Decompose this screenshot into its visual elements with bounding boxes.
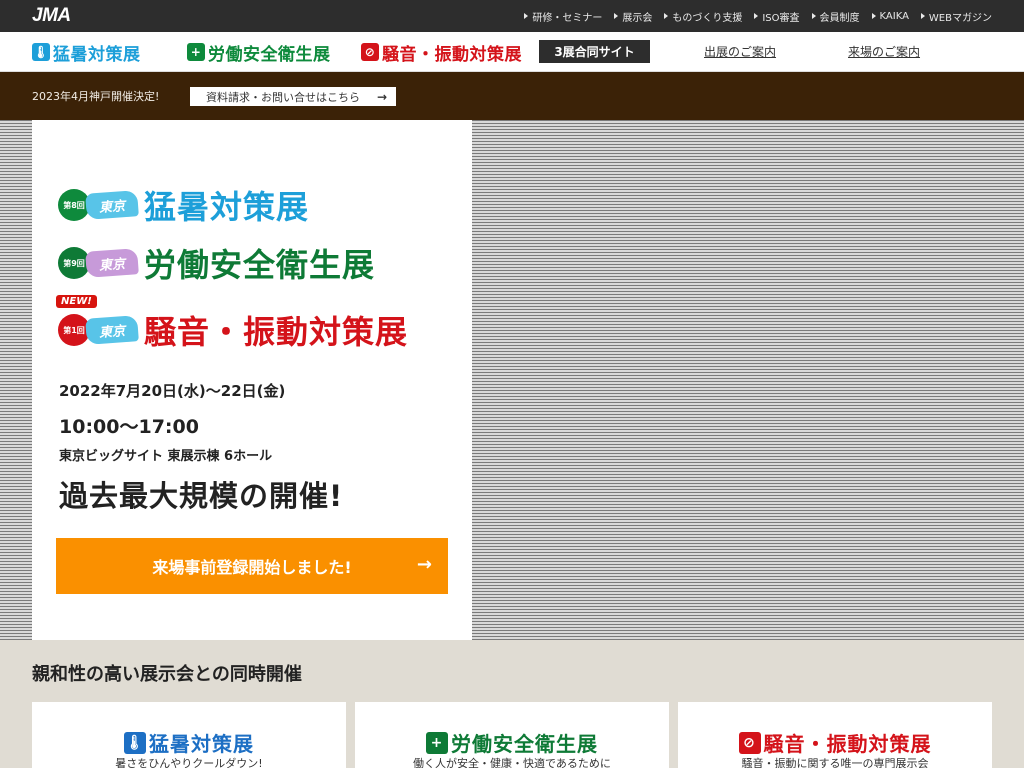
event-time: 10:00〜17:00	[59, 416, 199, 438]
announcement-text: 2023年4月神戸開催決定!	[32, 90, 160, 103]
nav-item-kaika[interactable]: KAIKA	[871, 11, 909, 22]
pre-registration-button[interactable]: 来場事前登録開始しました! →	[56, 538, 448, 594]
tokyo-badge: 東京	[85, 190, 139, 220]
card-title: ⊘ 騒音・振動対策展	[678, 728, 992, 757]
hero-card: 第8回 東京 猛暑対策展 第9回 東京 労働安全衛生展 NEW! 第1回 東京 …	[32, 120, 472, 640]
visitor-info-link[interactable]: 来場のご案内	[848, 43, 920, 60]
nav-item-membership[interactable]: 会員制度	[811, 9, 860, 24]
tokyo-badge: 東京	[85, 315, 139, 345]
no-noise-icon: ⊘	[738, 731, 761, 754]
card-description: 働く人が安全・健康・快適であるために	[413, 757, 611, 768]
event-name: 労働安全衛生展	[144, 246, 376, 284]
colocated-card-heat[interactable]: 🌡 猛暑対策展 暑さをひんやりクールダウン!	[32, 702, 346, 768]
top-bar: JMA 研修・セミナー 展示会 ものづくり支援 ISO審査 会員制度 KAIKA…	[0, 0, 1024, 32]
heat-show-logo[interactable]: 🌡 猛暑対策展	[32, 40, 141, 65]
triangle-icon	[524, 13, 529, 19]
pre-registration-label: 来場事前登録開始しました!	[152, 558, 352, 577]
jma-logo[interactable]: JMA	[32, 4, 71, 28]
triangle-icon	[920, 13, 925, 19]
card-title: 🌡 猛暑対策展	[124, 731, 254, 756]
hero-section: 第8回 東京 猛暑対策展 第9回 東京 労働安全衛生展 NEW! 第1回 東京 …	[0, 120, 1024, 640]
triangle-icon	[811, 13, 816, 19]
triangle-icon	[664, 13, 669, 19]
event-scale-headline: 過去最大規模の開催!	[59, 479, 344, 513]
thermometer-icon: 🌡	[124, 731, 146, 754]
colocated-card-safety[interactable]: + 労働安全衛生展 働く人が安全・健康・快適であるために	[355, 702, 669, 768]
nav-item-manufacturing[interactable]: ものづくり支援	[664, 9, 742, 24]
nav-item-web-magazine[interactable]: WEBマガジン	[920, 9, 992, 24]
colocated-card-noise[interactable]: ⊘ 騒音・振動対策展 騒音・振動に関する唯一の専門展示会	[678, 702, 992, 768]
thermometer-icon: 🌡	[32, 43, 50, 61]
arrow-right-icon: →	[416, 554, 432, 575]
card-title: + 労働安全衛生展	[355, 728, 669, 757]
card-description: 暑さをひんやりクールダウン!	[115, 757, 263, 768]
safety-show-logo[interactable]: + 労働安全衛生展	[187, 40, 331, 65]
colocated-section: 親和性の高い展示会との同時開催 🌡 猛暑対策展 暑さをひんやりクールダウン! +…	[0, 640, 1024, 768]
nav-item-seminar[interactable]: 研修・セミナー	[524, 9, 602, 24]
event-line-noise: 第1回 東京 騒音・振動対策展	[58, 308, 408, 352]
nav-item-iso[interactable]: ISO審査	[754, 9, 800, 24]
event-name: 騒音・振動対策展	[144, 313, 409, 351]
tokyo-badge: 東京	[85, 248, 139, 278]
exhibit-title-bar: 🌡 猛暑対策展 + 労働安全衛生展 ⊘ 騒音・振動対策展 3展合同サイト 出展の…	[0, 32, 1024, 72]
colocated-heading: 親和性の高い展示会との同時開催	[32, 664, 302, 685]
event-name: 猛暑対策展	[144, 188, 310, 226]
event-date: 2022年7月20日(水)〜22日(金)	[59, 382, 286, 400]
event-line-heat: 第8回 東京 猛暑対策展	[58, 183, 309, 227]
noise-show-logo[interactable]: ⊘ 騒音・振動対策展	[361, 40, 522, 65]
card-description: 騒音・振動に関する唯一の専門展示会	[741, 757, 929, 768]
event-line-safety: 第9回 東京 労働安全衛生展	[58, 241, 375, 285]
nav-item-exhibition[interactable]: 展示会	[614, 9, 652, 24]
joint-site-badge: 3展合同サイト	[539, 40, 650, 63]
triangle-icon	[871, 13, 876, 19]
logo-text: JMA	[32, 5, 71, 26]
announcement-bar: 2023年4月神戸開催決定! 資料請求・お問い合せはこちら →	[0, 72, 1024, 120]
event-venue: 東京ビッグサイト 東展示棟 6ホール	[59, 449, 273, 464]
new-tag: NEW!	[56, 295, 97, 308]
safety-cross-icon: +	[187, 43, 205, 61]
exhibitor-info-link[interactable]: 出展のご案内	[704, 43, 776, 60]
triangle-icon	[754, 13, 759, 19]
contact-button-label: 資料請求・お問い合せはこちら	[206, 90, 360, 104]
contact-button[interactable]: 資料請求・お問い合せはこちら →	[190, 87, 396, 106]
no-noise-icon: ⊘	[361, 43, 379, 61]
arrow-right-icon: →	[376, 90, 387, 104]
triangle-icon	[614, 13, 619, 19]
safety-cross-icon: +	[426, 731, 448, 754]
top-nav: 研修・セミナー 展示会 ものづくり支援 ISO審査 会員制度 KAIKA WEB…	[524, 0, 992, 32]
